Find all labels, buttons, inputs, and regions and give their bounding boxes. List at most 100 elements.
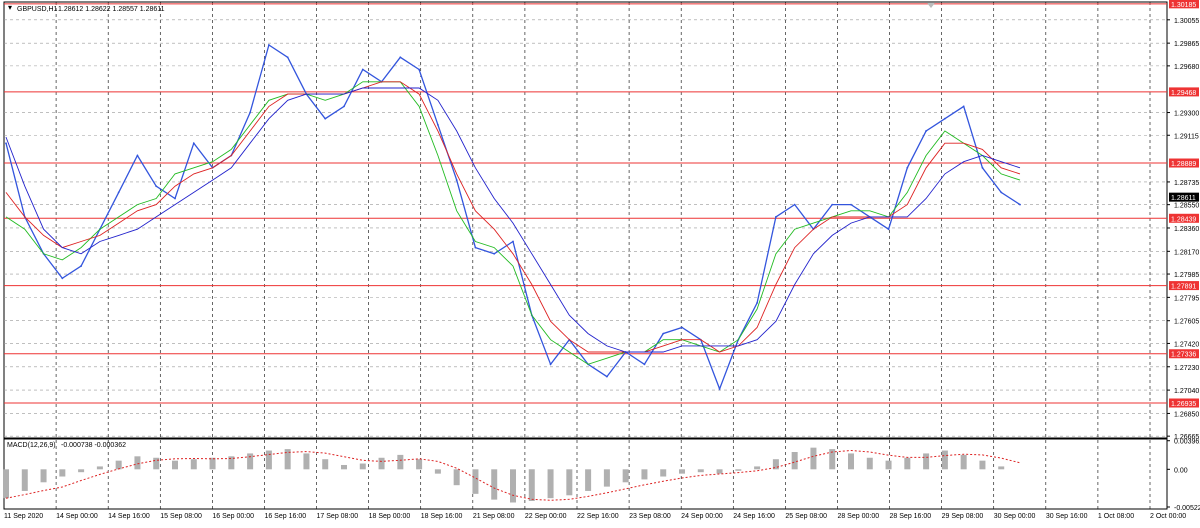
price-tick-label: 1.27230 <box>1174 365 1199 372</box>
time-tick-label: 22 Sep 16:00 <box>577 513 619 520</box>
time-tick-label: 18 Sep 16:00 <box>421 513 463 520</box>
macd-indicator: 0.0039610.00-0.005222 <box>3 439 1200 512</box>
trading-chart[interactable]: 1.30185 1.29468 1.28889 1.28439 1.27891 1.273… <box>0 0 1200 523</box>
level-tag-label: 1.27336 <box>1171 352 1196 359</box>
price-point <box>493 252 496 255</box>
price-point <box>192 142 195 145</box>
price-point <box>643 363 646 366</box>
time-tick-label: 14 Sep 00:00 <box>56 513 98 520</box>
price-tick-label: 1.27605 <box>1174 319 1199 326</box>
price-point <box>136 154 139 157</box>
time-tick-label: 24 Sep 16:00 <box>733 513 775 520</box>
time-axis: 11 Sep 2020 14 Sep 00:00 14 Sep 16:00 15 Se… <box>4 513 1186 520</box>
time-tick-label: 24 Sep 00:00 <box>681 513 723 520</box>
price-point <box>418 68 421 71</box>
price-point <box>267 44 270 46</box>
price-point <box>831 203 834 206</box>
level-tag-label: 1.30185 <box>1171 2 1196 9</box>
chart-canvas[interactable]: 1.30185 1.29468 1.28889 1.28439 1.27891 1.273… <box>0 0 1200 523</box>
price-point <box>1019 203 1021 206</box>
price-tick-label: 1.28360 <box>1174 226 1199 233</box>
price-point <box>155 185 158 188</box>
price-point <box>324 117 327 120</box>
price-tick-label: 1.28170 <box>1174 249 1199 256</box>
price-point <box>756 302 759 304</box>
macd-values: -0.000738 -0.000362 <box>61 442 126 449</box>
price-point <box>718 387 721 390</box>
time-tick-label: 25 Sep 08:00 <box>785 513 827 520</box>
price-tick-label: 1.30055 <box>1174 18 1199 25</box>
time-tick-label: 21 Sep 08:00 <box>473 513 515 520</box>
symbol-label: GBPUSD,H1 <box>17 6 58 13</box>
price-point <box>925 130 928 132</box>
price-point <box>549 363 552 366</box>
price-point <box>61 277 64 280</box>
time-tick-label: 30 Sep 00:00 <box>994 513 1036 520</box>
current-price-label: 1.28611 <box>1171 195 1196 202</box>
price-tick-label: 1.26850 <box>1174 411 1199 418</box>
time-tick-label: 28 Sep 00:00 <box>837 513 879 520</box>
macd-tick-label: -0.005222 <box>1174 505 1200 512</box>
price-tick-label: 1.27040 <box>1174 388 1199 395</box>
price-tick-label: 1.28550 <box>1174 203 1199 210</box>
price-series <box>5 43 1021 391</box>
shift-marker-icon[interactable] <box>927 3 935 8</box>
price-point <box>286 56 289 59</box>
price-tick-label: 1.27795 <box>1174 295 1199 302</box>
time-tick-label: 30 Sep 16:00 <box>1046 513 1088 520</box>
level-tag-label: 1.27891 <box>1171 284 1196 291</box>
price-point <box>774 216 777 218</box>
price-tick-label: 1.29865 <box>1174 41 1199 48</box>
time-tick-label: 14 Sep 16:00 <box>108 513 150 520</box>
level-tag-label: 1.26935 <box>1171 401 1196 408</box>
level-tag-label: 1.29468 <box>1171 90 1196 97</box>
price-point <box>850 203 852 206</box>
time-tick-label: 29 Sep 08:00 <box>942 513 984 520</box>
price-point <box>1000 191 1003 194</box>
time-tick-label: 18 Sep 00:00 <box>369 513 411 520</box>
macd-label: MACD(12,26,9) <box>7 442 56 449</box>
macd-tick-label: 0.00 <box>1174 467 1188 474</box>
time-tick-label: 1 Oct 08:00 <box>1098 513 1134 520</box>
price-point <box>5 142 7 145</box>
price-point <box>436 123 439 126</box>
price-point <box>361 68 364 71</box>
price-point <box>455 179 458 181</box>
level-tag-label: 1.28889 <box>1171 161 1196 168</box>
price-point <box>343 105 345 108</box>
time-tick-label: 28 Sep 16:00 <box>890 513 932 520</box>
price-tick-label: 1.28735 <box>1174 180 1199 187</box>
time-tick-label: 16 Sep 16:00 <box>264 513 306 520</box>
time-tick-label: 11 Sep 2020 <box>4 513 43 520</box>
price-tick-label: 1.27420 <box>1174 341 1199 348</box>
chart-menu-icon[interactable]: ▾ <box>8 3 12 12</box>
level-tag-label: 1.28439 <box>1171 216 1196 223</box>
time-tick-label: 15 Sep 08:00 <box>160 513 202 520</box>
price-point <box>249 111 252 114</box>
price-point <box>662 332 665 335</box>
price-tick-label: 1.26665 <box>1174 434 1199 441</box>
price-point <box>174 197 176 200</box>
price-point <box>962 105 965 108</box>
price-tick-label: 1.29680 <box>1174 64 1199 71</box>
price-point <box>906 166 909 169</box>
price-point <box>80 265 83 267</box>
time-tick-label: 17 Sep 08:00 <box>317 513 359 520</box>
price-point <box>117 191 120 194</box>
price-point <box>793 203 796 206</box>
time-tick-label: 23 Sep 08:00 <box>629 513 671 520</box>
price-point <box>681 326 683 329</box>
ma-slow-line <box>5 87 1021 353</box>
ma-mid-line <box>5 81 1021 353</box>
price-point <box>605 375 608 378</box>
price-point <box>399 56 402 59</box>
ohlc-readout: 1.28612 1.28622 1.28557 1.28611 <box>58 6 165 13</box>
price-tick-label: 1.27985 <box>1174 272 1199 279</box>
main-chart-frame <box>3 1 1168 439</box>
price-axis: 1.30055 1.29865 1.29680 1.29300 1.29115 1.287… <box>1167 18 1199 441</box>
time-tick-label: 16 Sep 00:00 <box>212 513 254 520</box>
grid <box>4 2 1167 509</box>
price-point <box>512 240 514 243</box>
time-tick-label: 22 Sep 00:00 <box>525 513 567 520</box>
price-point <box>981 166 984 169</box>
